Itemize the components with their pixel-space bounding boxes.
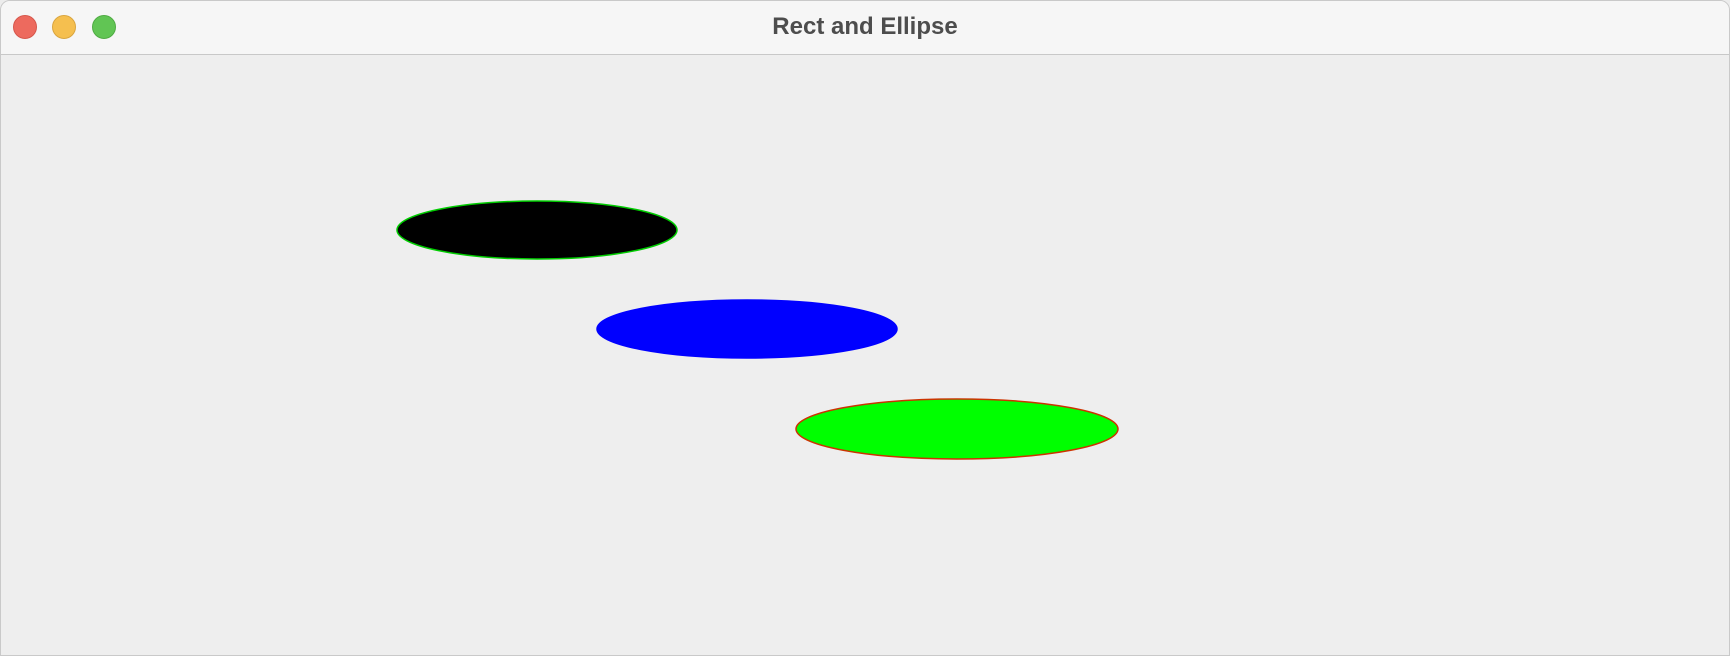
shapes-svg bbox=[396, 200, 1119, 460]
app-window: Rect and Ellipse bbox=[0, 0, 1730, 656]
black-ellipse bbox=[396, 200, 678, 260]
drawing-canvas bbox=[1, 56, 1729, 655]
green-ellipse bbox=[795, 398, 1119, 460]
blue-ellipse bbox=[596, 299, 898, 359]
title-bar[interactable]: Rect and Ellipse bbox=[1, 1, 1729, 55]
window-title: Rect and Ellipse bbox=[772, 13, 958, 40]
